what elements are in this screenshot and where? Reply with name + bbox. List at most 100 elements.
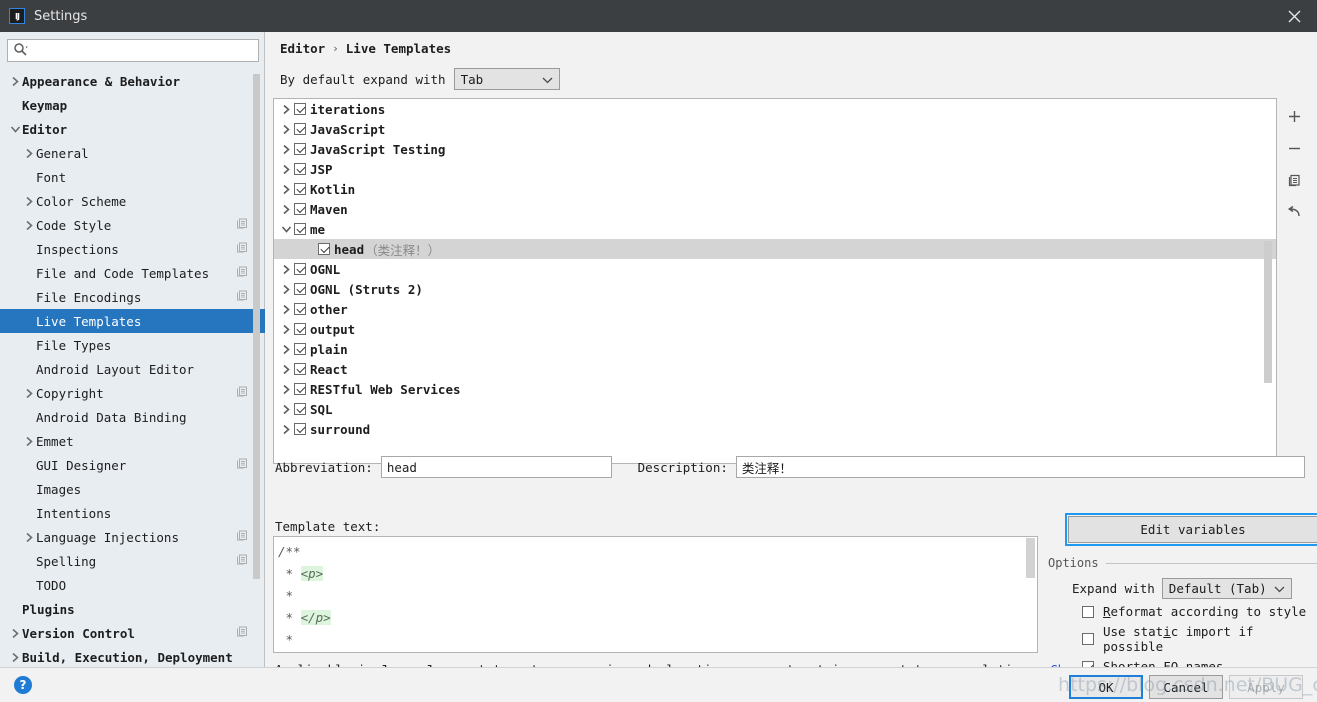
sidebar-item-images[interactable]: Images: [0, 477, 265, 501]
sidebar-item-gui-designer[interactable]: GUI Designer: [0, 453, 265, 477]
chevron-right-icon[interactable]: [278, 364, 294, 375]
template-checkbox[interactable]: [294, 183, 306, 195]
chevron-right-icon[interactable]: [278, 184, 294, 195]
template-text-scrollbar[interactable]: [1027, 538, 1036, 651]
chevron-right-icon[interactable]: [278, 124, 294, 135]
template-group-row[interactable]: Kotlin: [274, 179, 1276, 199]
chevron-right-icon[interactable]: [278, 284, 294, 295]
chevron-down-icon[interactable]: [278, 225, 294, 234]
abbreviation-input[interactable]: head: [381, 456, 612, 478]
option-expand-with-select[interactable]: Default (Tab): [1162, 578, 1292, 599]
reset-template-button[interactable]: [1281, 200, 1307, 224]
sidebar-item-file-encodings[interactable]: File Encodings: [0, 285, 265, 309]
template-group-row[interactable]: Maven: [274, 199, 1276, 219]
add-template-button[interactable]: [1281, 104, 1307, 128]
chevron-right-icon[interactable]: [8, 628, 22, 639]
sidebar-item-build-execution-deployment[interactable]: Build, Execution, Deployment: [0, 645, 265, 667]
template-group-row[interactable]: OGNL (Struts 2): [274, 279, 1276, 299]
template-group-row[interactable]: plain: [274, 339, 1276, 359]
chevron-right-icon[interactable]: [278, 144, 294, 155]
template-row[interactable]: head（类注释！）: [274, 239, 1276, 259]
template-checkbox[interactable]: [294, 323, 306, 335]
sidebar-item-color-scheme[interactable]: Color Scheme: [0, 189, 265, 213]
option-checkbox-use-static-import-if-possible[interactable]: Use static import if possible: [1048, 624, 1317, 654]
template-group-row[interactable]: JSP: [274, 159, 1276, 179]
template-group-row[interactable]: RESTful Web Services: [274, 379, 1276, 399]
checkbox[interactable]: [1082, 633, 1094, 645]
template-group-row[interactable]: SQL: [274, 399, 1276, 419]
sidebar-item-plugins[interactable]: Plugins: [0, 597, 265, 621]
sidebar-item-intentions[interactable]: Intentions: [0, 501, 265, 525]
template-group-row[interactable]: iterations: [274, 99, 1276, 119]
sidebar-item-spelling[interactable]: Spelling: [0, 549, 265, 573]
template-group-row[interactable]: output: [274, 319, 1276, 339]
chevron-right-icon[interactable]: [278, 324, 294, 335]
template-checkbox[interactable]: [294, 423, 306, 435]
template-checkbox[interactable]: [294, 263, 306, 275]
sidebar-item-live-templates[interactable]: Live Templates: [0, 309, 265, 333]
sidebar-item-file-types[interactable]: File Types: [0, 333, 265, 357]
sidebar-item-language-injections[interactable]: Language Injections: [0, 525, 265, 549]
template-checkbox[interactable]: [294, 143, 306, 155]
template-text-editor[interactable]: /** * <p> * * </p> *: [273, 536, 1038, 653]
edit-variables-button[interactable]: Edit variables: [1068, 516, 1317, 543]
checkbox[interactable]: [1082, 606, 1094, 618]
duplicate-template-button[interactable]: [1281, 168, 1307, 192]
sidebar-item-code-style[interactable]: Code Style: [0, 213, 265, 237]
sidebar-item-todo[interactable]: TODO: [0, 573, 265, 597]
sidebar-scrollbar[interactable]: [255, 74, 262, 619]
expand-with-select[interactable]: Tab: [454, 68, 560, 90]
chevron-down-icon[interactable]: [8, 125, 22, 134]
template-group-row[interactable]: OGNL: [274, 259, 1276, 279]
chevron-right-icon[interactable]: [278, 104, 294, 115]
chevron-right-icon[interactable]: [22, 532, 36, 543]
chevron-right-icon[interactable]: [278, 164, 294, 175]
template-checkbox[interactable]: [294, 303, 306, 315]
chevron-right-icon[interactable]: [8, 76, 22, 87]
chevron-right-icon[interactable]: [22, 388, 36, 399]
sidebar-item-keymap[interactable]: Keymap: [0, 93, 265, 117]
template-checkbox[interactable]: [294, 203, 306, 215]
templates-tree-scrollbar[interactable]: [1266, 101, 1274, 461]
template-checkbox[interactable]: [294, 403, 306, 415]
help-button[interactable]: ?: [14, 676, 32, 694]
chevron-right-icon[interactable]: [278, 304, 294, 315]
template-checkbox[interactable]: [294, 123, 306, 135]
sidebar-item-emmet[interactable]: Emmet: [0, 429, 265, 453]
template-checkbox[interactable]: [294, 343, 306, 355]
chevron-right-icon[interactable]: [22, 148, 36, 159]
sidebar-item-appearance-behavior[interactable]: Appearance & Behavior: [0, 69, 265, 93]
chevron-right-icon[interactable]: [22, 436, 36, 447]
cancel-button[interactable]: Cancel: [1149, 675, 1223, 699]
sidebar-item-file-and-code-templates[interactable]: File and Code Templates: [0, 261, 265, 285]
chevron-right-icon[interactable]: [278, 204, 294, 215]
option-checkbox-reformat-according-to-style[interactable]: Reformat according to style: [1048, 604, 1317, 619]
sidebar-item-copyright[interactable]: Copyright: [0, 381, 265, 405]
sidebar-item-version-control[interactable]: Version Control: [0, 621, 265, 645]
description-input[interactable]: 类注释！: [736, 456, 1305, 478]
sidebar-item-inspections[interactable]: Inspections: [0, 237, 265, 261]
template-checkbox[interactable]: [294, 103, 306, 115]
chevron-right-icon[interactable]: [278, 344, 294, 355]
template-group-row[interactable]: me: [274, 219, 1276, 239]
template-checkbox[interactable]: [294, 283, 306, 295]
remove-template-button[interactable]: [1281, 136, 1307, 160]
close-icon[interactable]: [1271, 0, 1317, 32]
sidebar-item-android-data-binding[interactable]: Android Data Binding: [0, 405, 265, 429]
sidebar-item-editor[interactable]: Editor: [0, 117, 265, 141]
chevron-right-icon[interactable]: [22, 196, 36, 207]
chevron-right-icon[interactable]: [278, 264, 294, 275]
sidebar-item-font[interactable]: Font: [0, 165, 265, 189]
template-group-row[interactable]: other: [274, 299, 1276, 319]
template-checkbox[interactable]: [294, 363, 306, 375]
ok-button[interactable]: OK: [1069, 675, 1143, 699]
template-checkbox[interactable]: [294, 163, 306, 175]
template-checkbox[interactable]: [294, 383, 306, 395]
search-input[interactable]: [30, 44, 258, 58]
search-box[interactable]: [7, 39, 259, 62]
chevron-right-icon[interactable]: [278, 384, 294, 395]
sidebar-item-general[interactable]: General: [0, 141, 265, 165]
chevron-right-icon[interactable]: [8, 652, 22, 663]
template-group-row[interactable]: JavaScript: [274, 119, 1276, 139]
chevron-right-icon[interactable]: [278, 404, 294, 415]
